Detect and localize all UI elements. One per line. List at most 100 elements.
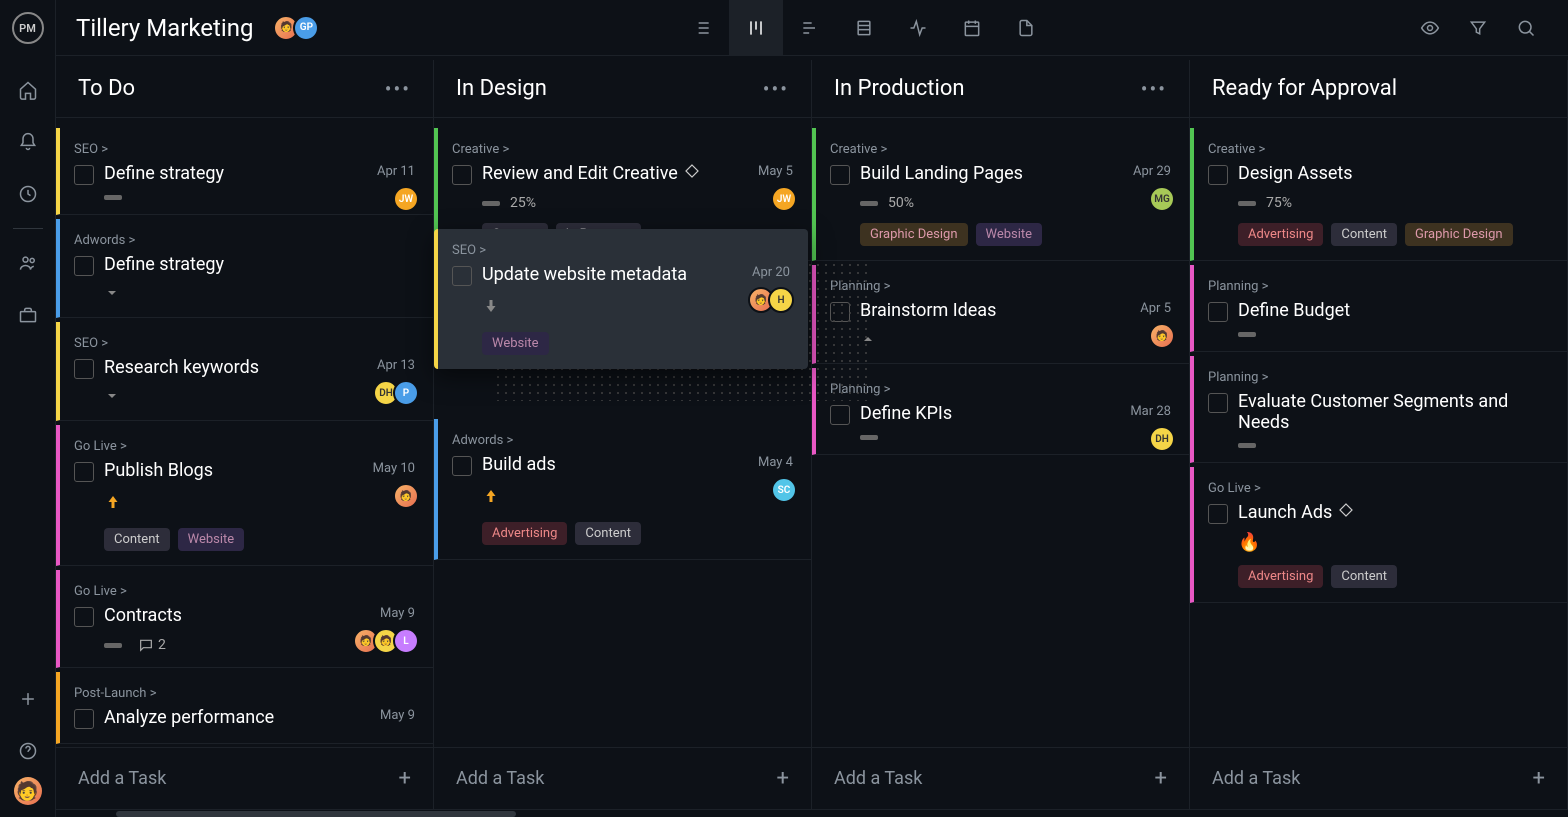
assignees[interactable]: 🧑 xyxy=(393,483,419,509)
task-card[interactable]: Adwords > Build ads May 4SCAdvertisingCo… xyxy=(434,419,811,560)
avatar[interactable]: GP xyxy=(293,15,319,41)
current-user-avatar[interactable]: 🧑 xyxy=(14,777,42,805)
avatar[interactable]: H xyxy=(768,287,794,313)
card-category[interactable]: Planning > xyxy=(830,279,1171,294)
activity-view-icon[interactable] xyxy=(891,0,945,56)
avatar[interactable]: DH xyxy=(1149,426,1175,452)
card-category[interactable]: Planning > xyxy=(1208,279,1549,294)
task-card[interactable]: Planning > Evaluate Customer Segments an… xyxy=(1190,356,1567,463)
task-card[interactable]: Planning > Define Budget xyxy=(1190,265,1567,352)
task-checkbox[interactable] xyxy=(1208,302,1228,322)
add-task-button[interactable]: Add a Task + xyxy=(56,747,433,809)
project-members[interactable]: 🧑 GP xyxy=(273,15,319,41)
card-category[interactable]: SEO > xyxy=(74,336,415,351)
task-card[interactable]: Adwords > Define strategy xyxy=(56,219,433,318)
card-category[interactable]: Go Live > xyxy=(74,439,415,454)
task-checkbox[interactable] xyxy=(452,456,472,476)
add-task-button[interactable]: Add a Task + xyxy=(434,747,811,809)
dragging-card[interactable]: SEO > Update website metadata Apr 20 🧑 H… xyxy=(434,229,808,369)
assignees[interactable]: JW xyxy=(771,186,797,212)
card-category[interactable]: Go Live > xyxy=(1208,481,1549,496)
assignees[interactable]: 🧑 H xyxy=(748,287,794,313)
assignees[interactable]: MG xyxy=(1149,186,1175,212)
task-checkbox[interactable] xyxy=(74,709,94,729)
task-card[interactable]: Creative > Design Assets 75%AdvertisingC… xyxy=(1190,128,1567,261)
card-category[interactable]: Creative > xyxy=(830,142,1171,157)
gantt-view-icon[interactable] xyxy=(783,0,837,56)
assignees[interactable]: DHP xyxy=(373,380,419,406)
task-checkbox[interactable] xyxy=(1208,165,1228,185)
avatar[interactable]: JW xyxy=(771,186,797,212)
card-category[interactable]: Go Live > xyxy=(74,584,415,599)
card-category[interactable]: Adwords > xyxy=(74,233,415,248)
tag: Website xyxy=(976,223,1043,246)
task-title: Launch Ads xyxy=(1238,502,1549,523)
task-card[interactable]: SEO > Research keywords Apr 13DHP xyxy=(56,322,433,421)
recent-icon[interactable] xyxy=(8,174,48,214)
avatar[interactable]: L xyxy=(393,628,419,654)
card-category[interactable]: Creative > xyxy=(1208,142,1549,157)
card-category[interactable]: Adwords > xyxy=(452,433,793,448)
card-category[interactable]: Planning > xyxy=(830,382,1171,397)
task-card[interactable]: Go Live > Publish Blogs May 10🧑ContentWe… xyxy=(56,425,433,566)
horizontal-scrollbar[interactable] xyxy=(56,809,1568,817)
avatar[interactable]: 🧑 xyxy=(1149,323,1175,349)
task-checkbox[interactable] xyxy=(830,405,850,425)
card-category[interactable]: Planning > xyxy=(1208,370,1549,385)
task-checkbox[interactable] xyxy=(74,359,94,379)
task-checkbox[interactable] xyxy=(830,165,850,185)
task-checkbox[interactable] xyxy=(452,165,472,185)
task-checkbox[interactable] xyxy=(74,165,94,185)
filter-icon[interactable] xyxy=(1456,0,1500,56)
card-category[interactable]: Post-Launch > xyxy=(74,686,415,701)
task-card[interactable]: SEO > Define strategy Apr 11JW xyxy=(56,128,433,215)
column-menu-icon[interactable]: ••• xyxy=(1141,77,1167,101)
add-icon[interactable] xyxy=(8,679,48,719)
avatar[interactable]: MG xyxy=(1149,186,1175,212)
briefcase-icon[interactable] xyxy=(8,295,48,335)
list-view-icon[interactable] xyxy=(675,0,729,56)
watch-icon[interactable] xyxy=(1408,0,1452,56)
task-checkbox[interactable] xyxy=(74,462,94,482)
add-task-button[interactable]: Add a Task + xyxy=(812,747,1189,809)
column-menu-icon[interactable]: ••• xyxy=(763,77,789,101)
due-date: Apr 29 xyxy=(1133,164,1171,179)
task-checkbox[interactable] xyxy=(1208,393,1228,413)
help-icon[interactable] xyxy=(8,731,48,771)
chevron-down-icon xyxy=(104,284,415,303)
board-view-icon[interactable] xyxy=(729,0,783,56)
task-checkbox[interactable] xyxy=(452,266,472,286)
task-title: Contracts xyxy=(104,605,415,626)
card-category[interactable]: SEO > xyxy=(74,142,415,157)
task-card[interactable]: Go Live > Contracts May 9🧑🧑L2 xyxy=(56,570,433,668)
tag: Content xyxy=(575,522,641,545)
assignees[interactable]: SC xyxy=(771,477,797,503)
assignees[interactable]: DH xyxy=(1149,426,1175,452)
task-checkbox[interactable] xyxy=(74,607,94,627)
app-logo[interactable]: PM xyxy=(12,12,44,44)
comments-icon[interactable]: 2 xyxy=(138,637,166,653)
task-checkbox[interactable] xyxy=(1208,504,1228,524)
task-card[interactable]: Creative > Build Landing Pages Apr 29MG5… xyxy=(812,128,1189,261)
task-checkbox[interactable] xyxy=(74,256,94,276)
home-icon[interactable] xyxy=(8,70,48,110)
files-view-icon[interactable] xyxy=(999,0,1053,56)
search-icon[interactable] xyxy=(1504,0,1548,56)
task-card[interactable]: Post-Launch > Analyze performance May 9 xyxy=(56,672,433,744)
team-icon[interactable] xyxy=(8,243,48,283)
avatar[interactable]: P xyxy=(393,380,419,406)
add-task-button[interactable]: Add a Task + xyxy=(1190,747,1567,809)
sheet-view-icon[interactable] xyxy=(837,0,891,56)
calendar-view-icon[interactable] xyxy=(945,0,999,56)
column-menu-icon[interactable]: ••• xyxy=(385,77,411,101)
card-category[interactable]: Creative > xyxy=(452,142,793,157)
assignees[interactable]: JW xyxy=(393,186,419,212)
avatar[interactable]: JW xyxy=(393,186,419,212)
assignees[interactable]: 🧑 xyxy=(1149,323,1175,349)
assignees[interactable]: 🧑🧑L xyxy=(353,628,419,654)
avatar[interactable]: SC xyxy=(771,477,797,503)
notifications-icon[interactable] xyxy=(8,122,48,162)
due-date: May 4 xyxy=(758,455,793,470)
task-card[interactable]: Go Live > Launch Ads 🔥AdvertisingContent xyxy=(1190,467,1567,603)
avatar[interactable]: 🧑 xyxy=(393,483,419,509)
